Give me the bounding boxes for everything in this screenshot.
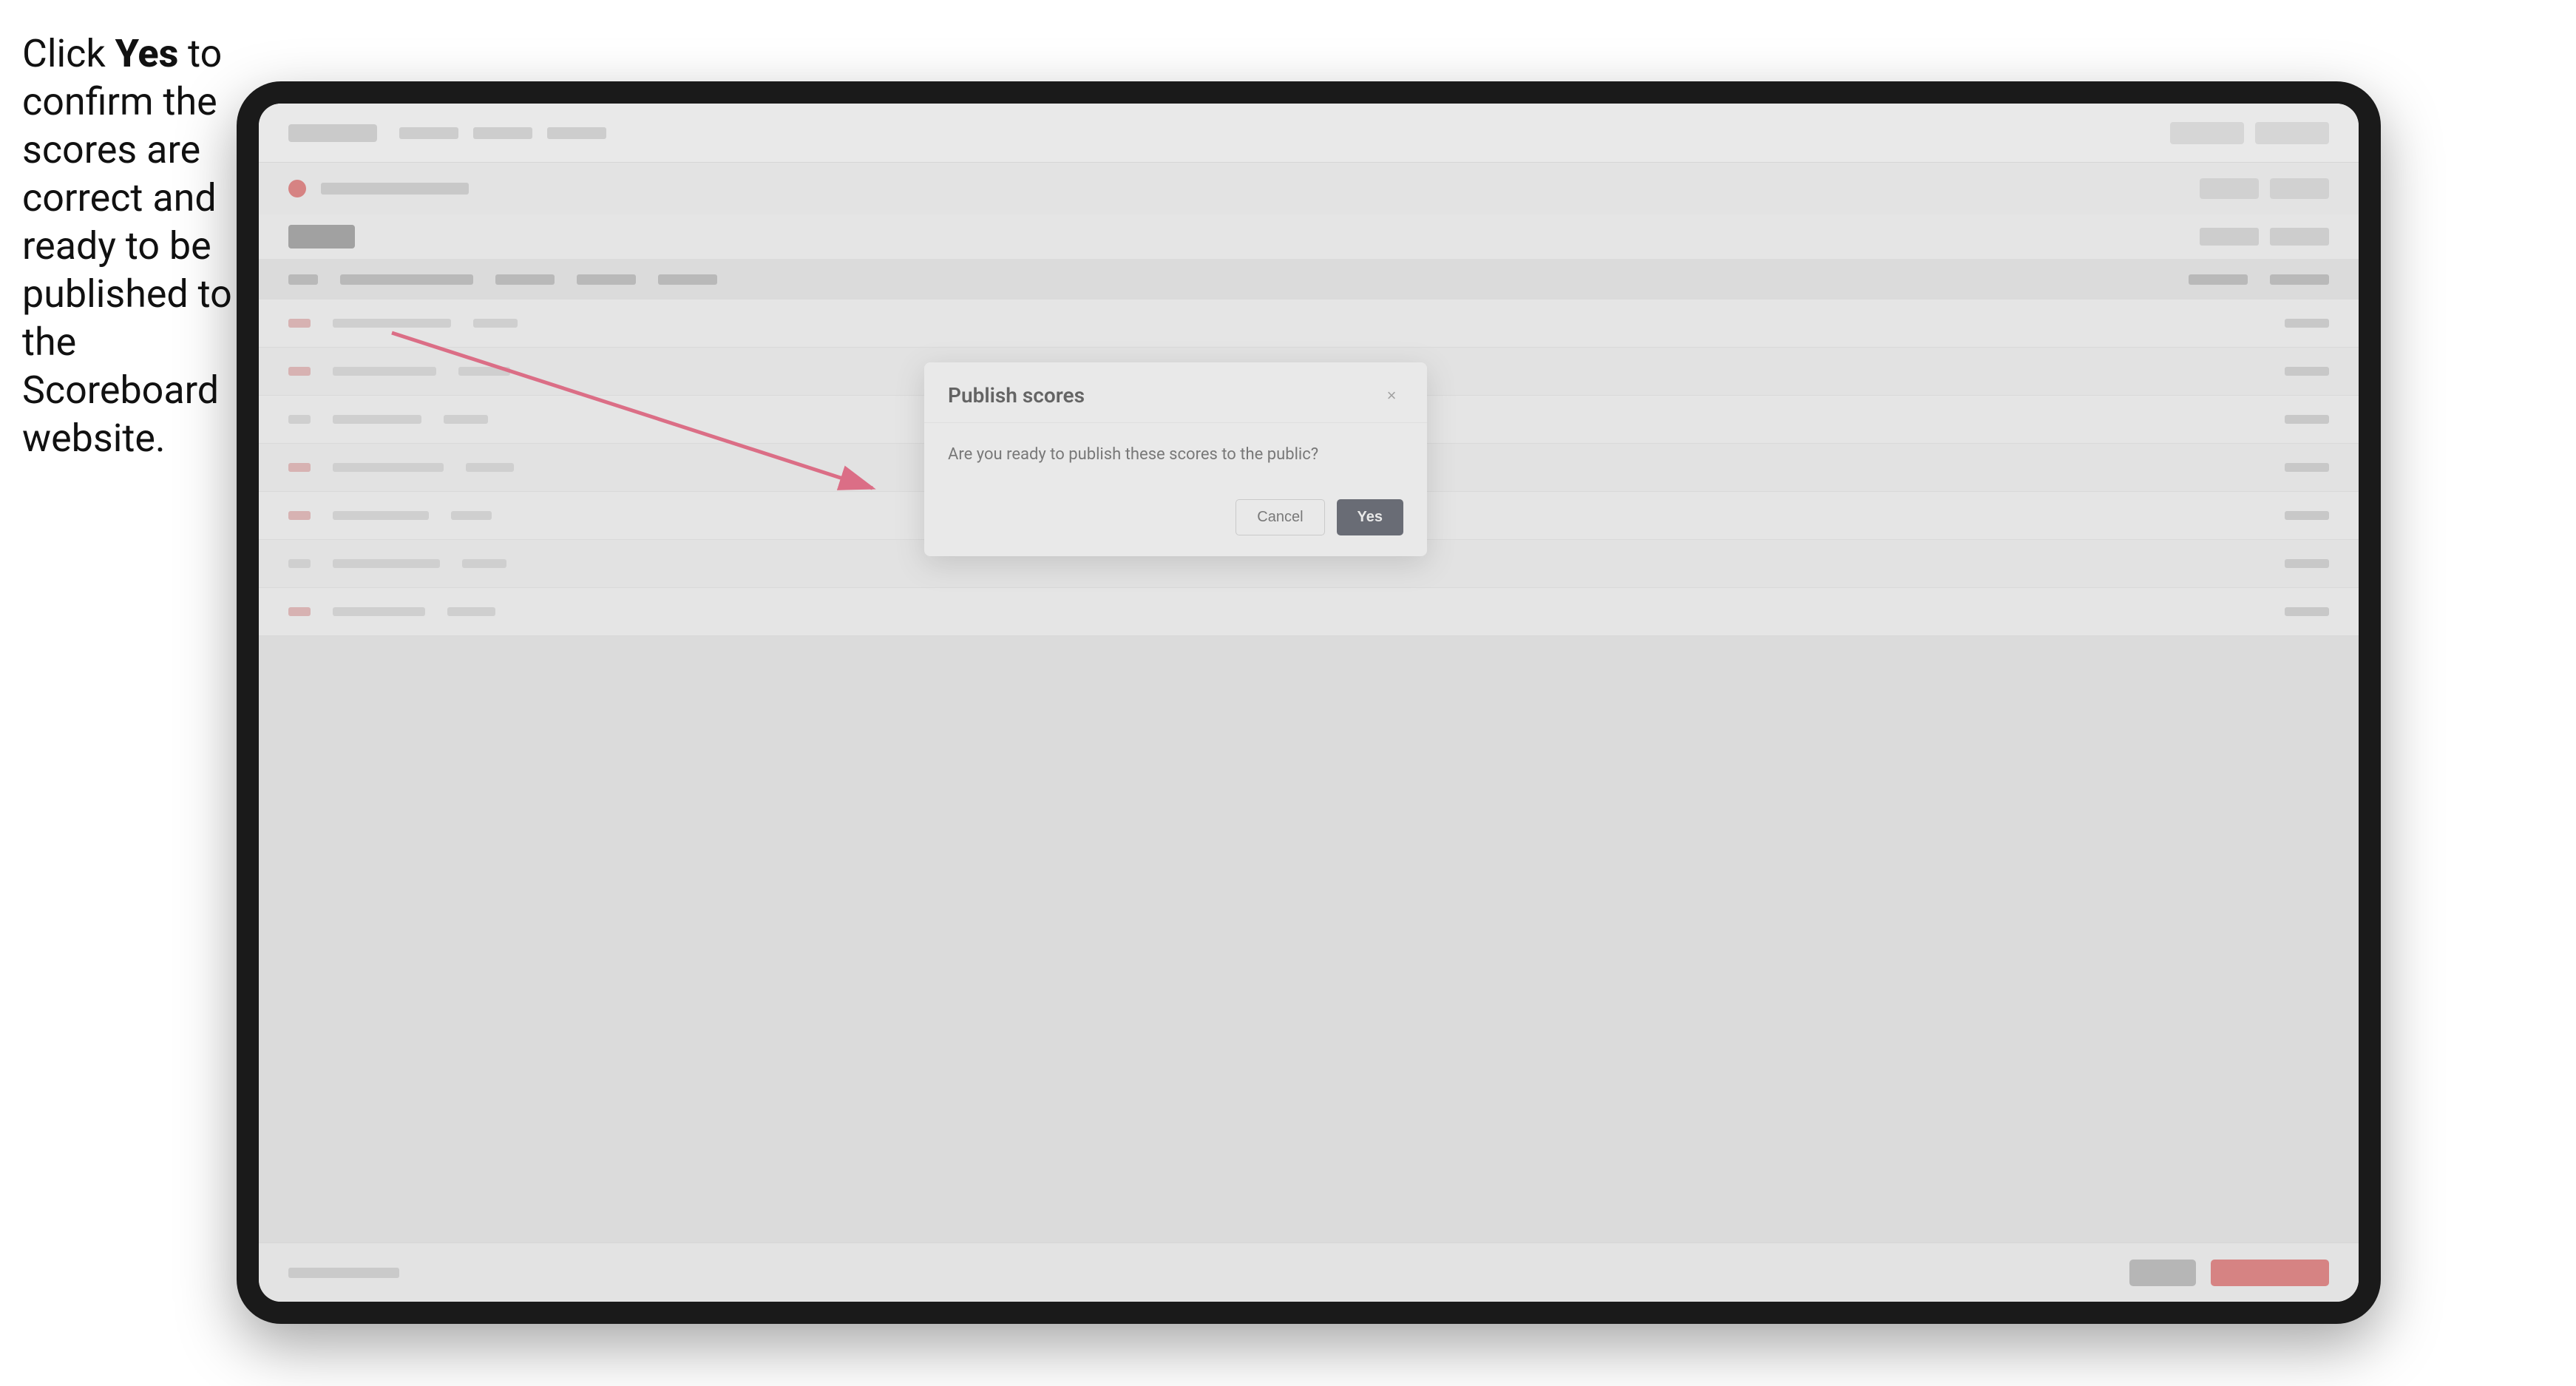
instruction-bold: Yes bbox=[115, 31, 179, 76]
tablet-device: Publish scores × Are you ready to publis… bbox=[237, 81, 2381, 1324]
instruction-suffix: to confirm the scores are correct and re… bbox=[22, 31, 232, 461]
modal-overlay bbox=[259, 104, 2359, 1302]
instruction-text: Click Yes to confirm the scores are corr… bbox=[22, 30, 237, 462]
instruction-prefix: Click bbox=[22, 31, 115, 76]
tablet-screen: Publish scores × Are you ready to publis… bbox=[259, 104, 2359, 1302]
